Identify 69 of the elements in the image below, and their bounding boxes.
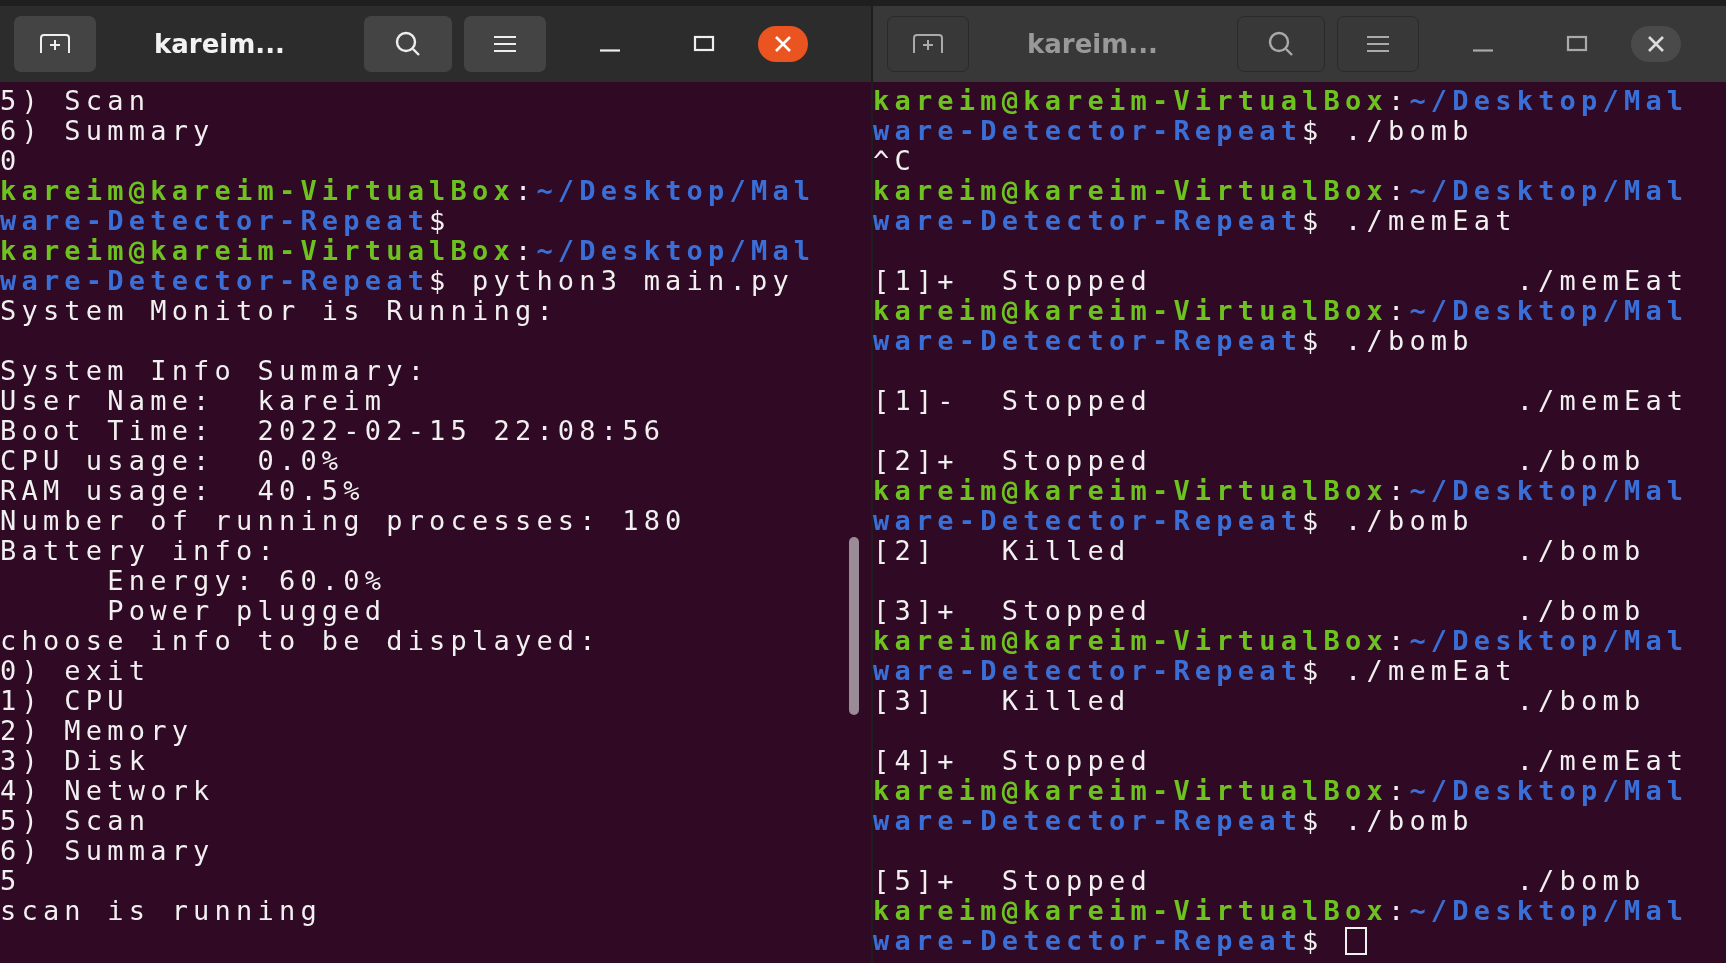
terminal-line: [5]+ Stopped ./bomb xyxy=(873,866,1646,896)
terminal-line: ware-Detector-Repeat$ xyxy=(0,206,451,236)
terminal-line: kareim@kareim-VirtualBox:~/Desktop/Mal xyxy=(873,296,1689,326)
terminal-line: [2]+ Stopped ./bomb xyxy=(873,446,1646,476)
new-tab-icon xyxy=(38,32,72,56)
terminal-line: 1) CPU xyxy=(0,686,129,716)
terminal-line: kareim@kareim-VirtualBox:~/Desktop/Mal xyxy=(0,236,816,266)
terminal-line: ware-Detector-Repeat$ python3 main.py xyxy=(0,266,794,296)
terminal-line: 5 xyxy=(0,866,22,896)
terminal-line: CPU usage: 0.0% xyxy=(0,446,344,476)
terminal-line: Power plugged xyxy=(106,596,387,626)
terminal-line: 3) Disk xyxy=(0,746,151,776)
close-button[interactable] xyxy=(758,26,808,62)
new-tab-button[interactable] xyxy=(887,16,969,72)
terminal-line: RAM usage: 40.5% xyxy=(0,476,365,506)
terminal-line: 6) Summary xyxy=(0,116,215,146)
terminal-line: 0 xyxy=(0,146,22,176)
scrollbar[interactable] xyxy=(849,537,859,715)
menu-button[interactable] xyxy=(464,16,546,72)
menu-icon xyxy=(1365,34,1391,54)
menu-icon xyxy=(492,34,518,54)
terminal-line: [1]+ Stopped ./memEat xyxy=(873,266,1689,296)
terminal-line: ware-Detector-Repeat$ xyxy=(873,926,1368,956)
terminal-line: User Name: kareim xyxy=(0,386,387,416)
terminal-line: kareim@kareim-VirtualBox:~/Desktop/Mal xyxy=(873,86,1689,116)
terminal-line: ware-Detector-Repeat$ ./bomb xyxy=(873,806,1474,836)
window-title: kareim... xyxy=(154,29,286,59)
menu-button[interactable] xyxy=(1337,16,1419,72)
terminal-line: [2] Killed ./bomb xyxy=(873,536,1646,566)
terminal-line: kareim@kareim-VirtualBox:~/Desktop/Mal xyxy=(873,776,1689,806)
terminal-line: [1]- Stopped ./memEat xyxy=(873,386,1689,416)
search-button[interactable] xyxy=(364,16,452,72)
terminal-line: kareim@kareim-VirtualBox:~/Desktop/Mal xyxy=(873,176,1689,206)
terminal-line: 5) Scan xyxy=(0,86,151,116)
new-tab-icon xyxy=(911,32,945,56)
terminal-line: ware-Detector-Repeat$ ./memEat xyxy=(873,656,1517,686)
terminal-line: kareim@kareim-VirtualBox:~/Desktop/Mal xyxy=(873,476,1689,506)
window-title: kareim... xyxy=(1027,29,1159,59)
terminal-line: scan is running xyxy=(0,896,322,926)
terminal-line: kareim@kareim-VirtualBox:~/Desktop/Mal xyxy=(0,176,816,206)
terminal-line: [4]+ Stopped ./memEat xyxy=(873,746,1689,776)
terminal-line: ^C xyxy=(873,146,916,176)
maximize-icon xyxy=(1566,34,1588,54)
close-button[interactable] xyxy=(1631,26,1681,62)
terminal-line: System Info Summary: xyxy=(0,356,430,386)
terminal-line: 6) Summary xyxy=(0,836,215,866)
terminal-line: 4) Network xyxy=(0,776,215,806)
terminal-line: ware-Detector-Repeat$ ./bomb xyxy=(873,506,1474,536)
new-tab-button[interactable] xyxy=(14,16,96,72)
minimize-icon xyxy=(1472,48,1494,52)
terminal-line: ware-Detector-Repeat$ ./bomb xyxy=(873,326,1474,356)
terminal-line: System Monitor is Running: xyxy=(0,296,558,326)
terminal-line: kareim@kareim-VirtualBox:~/Desktop/Mal xyxy=(873,896,1689,926)
terminal-line: kareim@kareim-VirtualBox:~/Desktop/Mal xyxy=(873,626,1689,656)
terminal-line: Energy: 60.0% xyxy=(107,566,387,596)
search-button[interactable] xyxy=(1237,16,1325,72)
terminal-line: Battery info: xyxy=(0,536,279,566)
terminal-line: 2) Memory xyxy=(0,716,194,746)
terminal-line: Boot Time: 2022-02-15 22:08:56 xyxy=(0,416,666,446)
minimize-icon xyxy=(599,48,621,52)
terminal-line: 5) Scan xyxy=(0,806,151,836)
terminal-line: [3] Killed ./bomb xyxy=(873,686,1646,716)
terminal-line: Number of running processes: 180 xyxy=(0,506,687,536)
terminal-line: ware-Detector-Repeat$ ./memEat xyxy=(873,206,1517,236)
terminal-line: choose info to be displayed: xyxy=(0,626,601,656)
maximize-icon xyxy=(693,34,715,54)
terminal-line: 0) exit xyxy=(0,656,151,686)
terminal-line: [3]+ Stopped ./bomb xyxy=(873,596,1646,626)
terminal-line: ware-Detector-Repeat$ ./bomb xyxy=(873,116,1474,146)
